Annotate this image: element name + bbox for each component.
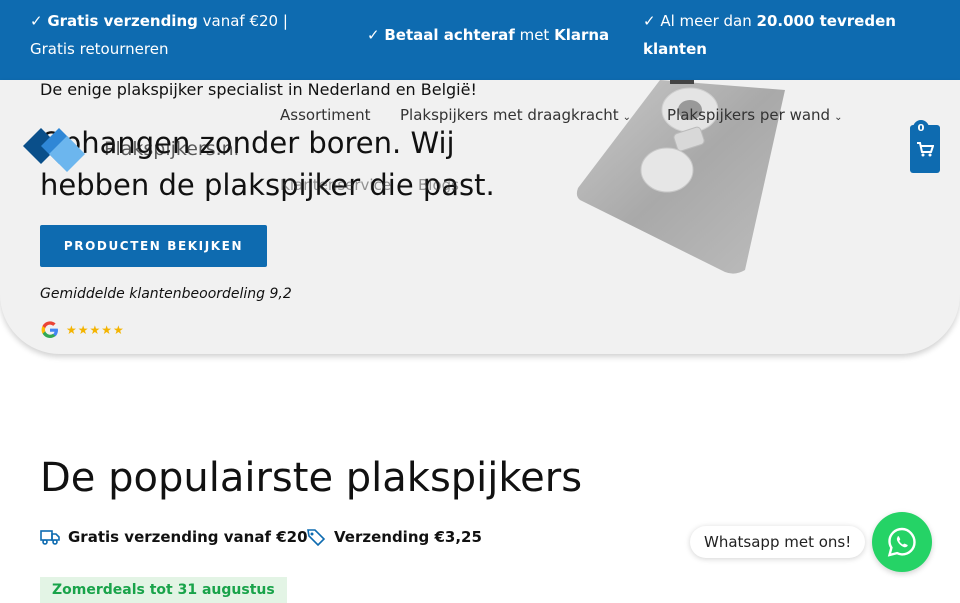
chevron-down-icon: ⌄ bbox=[834, 112, 843, 123]
promo-customers-prefix: ✓ Al meer dan bbox=[643, 12, 757, 30]
nav-blogs[interactable]: Blogs bbox=[418, 176, 459, 194]
promo-topbar: ✓ Gratis verzending vanaf €20 | Gratis r… bbox=[0, 0, 960, 80]
truck-icon bbox=[40, 530, 60, 545]
feature-free-shipping: Gratis verzending vanaf €20 bbox=[40, 528, 308, 546]
brand-logo[interactable] bbox=[23, 128, 85, 172]
promo-klarna: ✓ Betaal achteraf met Klarna bbox=[367, 21, 627, 49]
chevron-down-icon: ⌄ bbox=[622, 112, 632, 123]
cart-count-badge: 0 bbox=[913, 120, 929, 136]
brand-name[interactable]: Plakspijkers.nl bbox=[104, 138, 239, 160]
whatsapp-tooltip[interactable]: Whatsapp met ons! bbox=[690, 526, 866, 558]
promo-shipping-prefix: ✓ bbox=[30, 12, 48, 30]
feature-shipping-cost-label: Verzending €3,25 bbox=[334, 528, 482, 546]
google-icon bbox=[41, 321, 58, 338]
rating-text: Gemiddelde klantenbeoordeling 9,2 bbox=[40, 286, 292, 302]
cart-icon bbox=[917, 142, 934, 157]
whatsapp-button[interactable] bbox=[872, 512, 932, 572]
rating-stars: ★★★★★ bbox=[66, 323, 125, 337]
promo-customers: ✓ Al meer dan 20.000 tevreden klanten bbox=[643, 7, 933, 63]
nav-per-wand-label: Plakspijkers per wand bbox=[667, 106, 831, 124]
promo-customers-bold2: klanten bbox=[643, 40, 707, 58]
promo-klarna-prefix: ✓ bbox=[367, 26, 385, 44]
promo-customers-bold1: 20.000 tevreden bbox=[756, 12, 896, 30]
promo-klarna-bold1: Betaal achteraf bbox=[384, 26, 515, 44]
section-title: De populairste plakspijkers bbox=[40, 455, 583, 501]
promo-klarna-mid: met bbox=[514, 26, 555, 44]
deal-badge: Zomerdeals tot 31 augustus bbox=[40, 577, 287, 603]
promo-shipping: ✓ Gratis verzending vanaf €20 | Gratis r… bbox=[30, 7, 330, 63]
nav-assortiment[interactable]: Assortiment bbox=[280, 106, 371, 124]
promo-shipping-rest: vanaf €20 | bbox=[197, 12, 288, 30]
products-cta-button[interactable]: PRODUCTEN BEKIJKEN bbox=[40, 225, 267, 267]
hero-subtitle: De enige plakspijker specialist in Neder… bbox=[40, 80, 477, 99]
whatsapp-icon bbox=[887, 527, 916, 557]
feature-free-shipping-label: Gratis verzending vanaf €20 bbox=[68, 528, 308, 546]
nav-klantenservice[interactable]: Klantenservice bbox=[280, 176, 391, 194]
promo-klarna-bold2: Klarna bbox=[554, 26, 610, 44]
google-rating[interactable]: ★★★★★ bbox=[40, 320, 125, 340]
tag-icon bbox=[307, 529, 326, 546]
promo-shipping-bold: Gratis verzending bbox=[47, 12, 198, 30]
promo-returns: Gratis retourneren bbox=[30, 40, 169, 58]
nav-draagkracht[interactable]: Plakspijkers met draagkracht ⌄ bbox=[400, 106, 631, 124]
nav-draagkracht-label: Plakspijkers met draagkracht bbox=[400, 106, 619, 124]
feature-shipping-cost: Verzending €3,25 bbox=[306, 528, 482, 546]
nav-per-wand[interactable]: Plakspijkers per wand ⌄ bbox=[667, 106, 842, 124]
